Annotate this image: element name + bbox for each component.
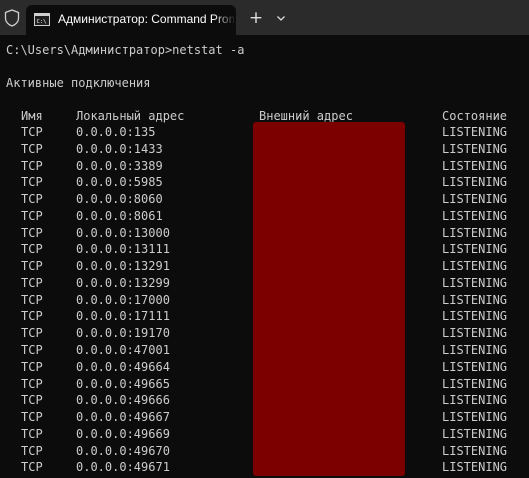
cell-proto: TCP bbox=[21, 426, 43, 441]
chevron-down-icon[interactable] bbox=[274, 11, 288, 25]
cell-state: LISTENING bbox=[442, 343, 508, 357]
cell-local-address: 0.0.0.0:49664 bbox=[76, 359, 170, 374]
cell-local-address: 0.0.0.0:3389 bbox=[76, 158, 163, 173]
cell-proto: TCP bbox=[21, 141, 43, 156]
cell-proto: TCP bbox=[21, 309, 43, 324]
redaction-block bbox=[253, 122, 405, 476]
cell-state: LISTENING bbox=[442, 410, 508, 425]
title-bar: C:\ Администратор: Command Prompt + bbox=[0, 0, 529, 35]
cell-state: LISTENING bbox=[442, 175, 508, 190]
command-prompt-icon: C:\ bbox=[34, 13, 50, 26]
tab-command-prompt[interactable]: C:\ Администратор: Command Prompt bbox=[26, 5, 236, 35]
cell-state: LISTENING bbox=[442, 158, 508, 173]
cell-proto: TCP bbox=[21, 192, 43, 207]
cell-proto: TCP bbox=[21, 292, 43, 307]
cell-local-address: 0.0.0.0:17111 bbox=[76, 309, 170, 324]
cell-local-address: 0.0.0.0:8060 bbox=[76, 192, 163, 207]
header-local-address: Локальный адрес bbox=[76, 109, 185, 123]
cell-proto: TCP bbox=[21, 359, 43, 374]
section-title: Активные подключения bbox=[6, 76, 151, 90]
cell-local-address: 0.0.0.0:17000 bbox=[76, 292, 170, 307]
cell-state: LISTENING bbox=[442, 326, 508, 341]
plus-icon[interactable]: + bbox=[246, 8, 266, 28]
cell-state: LISTENING bbox=[442, 125, 508, 139]
header-state: Состояние bbox=[442, 109, 508, 123]
cell-state: LISTENING bbox=[442, 259, 508, 274]
cell-state: LISTENING bbox=[442, 292, 508, 307]
cell-proto: TCP bbox=[21, 158, 43, 173]
cell-proto: TCP bbox=[21, 175, 43, 190]
cell-proto: TCP bbox=[21, 275, 43, 290]
cell-proto: TCP bbox=[21, 376, 43, 391]
svg-text:C:\: C:\ bbox=[37, 19, 47, 25]
cell-local-address: 0.0.0.0:19170 bbox=[76, 326, 170, 341]
cell-proto: TCP bbox=[21, 326, 43, 341]
cell-state: LISTENING bbox=[442, 309, 508, 324]
cell-state: LISTENING bbox=[442, 443, 508, 458]
cell-state: LISTENING bbox=[442, 376, 508, 391]
cell-proto: TCP bbox=[21, 225, 43, 240]
cell-state: LISTENING bbox=[442, 192, 508, 207]
cell-local-address: 0.0.0.0:49667 bbox=[76, 410, 170, 425]
cell-local-address: 0.0.0.0:49666 bbox=[76, 393, 170, 408]
cell-local-address: 0.0.0.0:8061 bbox=[76, 208, 163, 223]
cell-proto: TCP bbox=[21, 343, 43, 357]
cell-local-address: 0.0.0.0:1433 bbox=[76, 141, 163, 156]
cell-state: LISTENING bbox=[442, 141, 508, 156]
cell-proto: TCP bbox=[21, 443, 43, 458]
cell-state: LISTENING bbox=[442, 208, 508, 223]
cell-local-address: 0.0.0.0:49671 bbox=[76, 460, 170, 475]
cell-proto: TCP bbox=[21, 410, 43, 425]
command-line: C:\Users\Администратор>netstat -a bbox=[6, 43, 245, 57]
header-proto: Имя bbox=[21, 109, 43, 123]
cell-state: LISTENING bbox=[442, 426, 508, 441]
cell-proto: TCP bbox=[21, 460, 43, 475]
cell-local-address: 0.0.0.0:47001 bbox=[76, 343, 170, 357]
cell-local-address: 0.0.0.0:5985 bbox=[76, 175, 163, 190]
cell-local-address: 0.0.0.0:135 bbox=[76, 125, 156, 139]
cell-state: LISTENING bbox=[442, 275, 508, 290]
tab-title: Администратор: Command Prompt bbox=[58, 12, 234, 26]
cell-proto: TCP bbox=[21, 259, 43, 274]
cell-state: LISTENING bbox=[442, 359, 508, 374]
shield-icon bbox=[4, 9, 20, 27]
cell-state: LISTENING bbox=[442, 460, 508, 475]
terminal-window: C:\ Администратор: Command Prompt + C:\U… bbox=[0, 0, 529, 478]
tab-title-fade bbox=[214, 5, 236, 35]
cell-proto: TCP bbox=[21, 242, 43, 257]
cell-state: LISTENING bbox=[442, 225, 508, 240]
cell-state: LISTENING bbox=[442, 393, 508, 408]
cell-local-address: 0.0.0.0:13299 bbox=[76, 275, 170, 290]
cell-proto: TCP bbox=[21, 125, 43, 139]
cell-local-address: 0.0.0.0:13111 bbox=[76, 242, 170, 257]
cell-local-address: 0.0.0.0:13291 bbox=[76, 259, 170, 274]
cell-local-address: 0.0.0.0:13000 bbox=[76, 225, 170, 240]
cell-local-address: 0.0.0.0:49670 bbox=[76, 443, 170, 458]
cell-state: LISTENING bbox=[442, 242, 508, 257]
cell-proto: TCP bbox=[21, 393, 43, 408]
cell-proto: TCP bbox=[21, 208, 43, 223]
cell-local-address: 0.0.0.0:49665 bbox=[76, 376, 170, 391]
cell-local-address: 0.0.0.0:49669 bbox=[76, 426, 170, 441]
